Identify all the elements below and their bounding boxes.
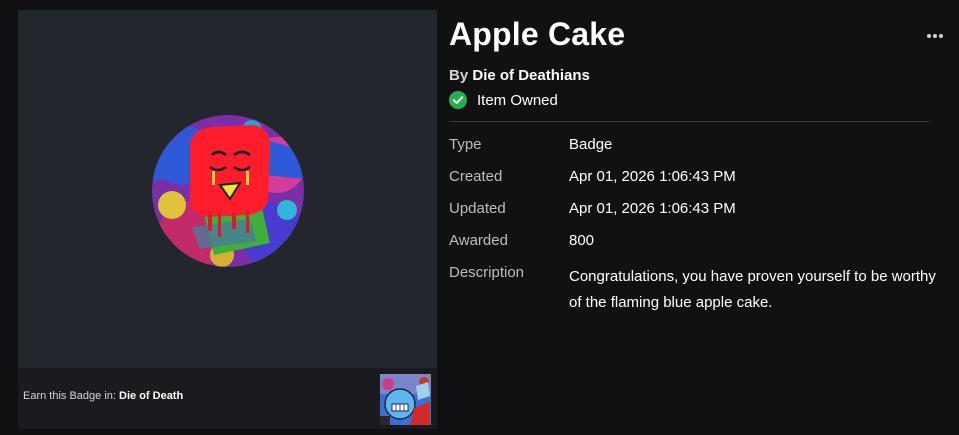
type-label: Type <box>449 136 482 153</box>
description-value: Congratulations, you have proven yoursel… <box>569 268 936 311</box>
awarded-label: Awarded <box>449 232 508 249</box>
creator-line: By Die of Deathians <box>449 67 590 84</box>
check-circle-icon <box>449 91 467 109</box>
divider <box>449 121 929 122</box>
creator-link[interactable]: Die of Deathians <box>472 67 590 84</box>
item-title: Apple Cake <box>449 16 626 52</box>
badge-thumbnail-panel: Earn this Badge in: Die of Death <box>18 10 437 429</box>
updated-label: Updated <box>449 200 506 217</box>
by-prefix: By <box>449 67 469 84</box>
earn-badge-text: Earn this Badge in: Die of Death <box>23 390 183 402</box>
game-thumbnail[interactable] <box>380 374 431 425</box>
owned-label: Item Owned <box>477 91 558 109</box>
badge-details-page: Earn this Badge in: Die of Death Apple C… <box>0 0 959 435</box>
owned-status: Item Owned <box>449 90 558 110</box>
badge-image <box>152 115 304 267</box>
type-value: Badge <box>569 136 613 153</box>
earn-prefix: Earn this Badge in: <box>23 390 120 402</box>
created-value: Apr 01, 2026 1:06:43 PM <box>569 168 736 185</box>
updated-value: Apr 01, 2026 1:06:43 PM <box>569 200 736 217</box>
created-label: Created <box>449 168 503 185</box>
description-label: Description <box>449 264 525 281</box>
awarded-value: 800 <box>569 232 595 249</box>
more-options-icon <box>927 34 943 38</box>
more-options-button[interactable] <box>922 26 948 46</box>
game-link[interactable]: Die of Death <box>119 390 183 402</box>
earn-badge-bar: Earn this Badge in: Die of Death <box>18 368 437 429</box>
